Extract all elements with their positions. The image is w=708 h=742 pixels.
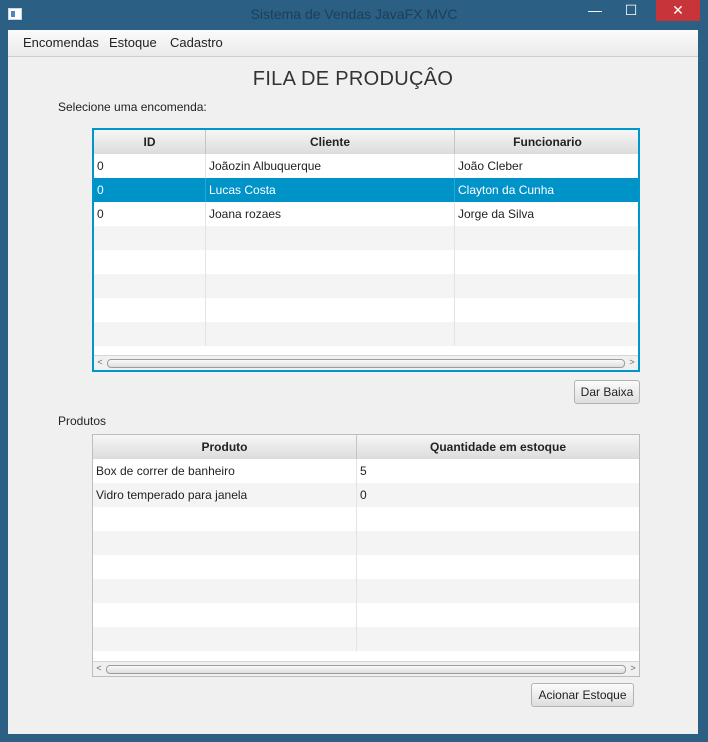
cell-funcionario: Jorge da Silva [458, 207, 535, 221]
menu-estoque[interactable]: Estoque [109, 35, 157, 50]
cell-funcionario: Clayton da Cunha [458, 183, 555, 197]
products-table[interactable]: Produto Quantidade em estoque Box de cor… [92, 434, 640, 677]
page-title: FILA DE PRODUÇÂO [252, 68, 454, 90]
empty-row [93, 555, 639, 579]
cell-produto: Box de correr de banheiro [93, 459, 357, 483]
empty-cell [93, 531, 357, 555]
empty-cell [206, 250, 455, 274]
empty-cell [206, 322, 455, 346]
menu-bar: Encomendas Estoque Cadastro [8, 30, 698, 57]
minimize-button[interactable]: — [580, 0, 610, 21]
scroll-thumb[interactable] [107, 359, 625, 368]
empty-cell [94, 226, 206, 250]
menu-cadastro[interactable]: Cadastro [170, 35, 223, 50]
cell-quantidade: 0 [360, 488, 367, 502]
cell-id: 0 [94, 202, 206, 226]
empty-row [93, 579, 639, 603]
empty-cell [93, 555, 357, 579]
products-label: Produtos [58, 414, 107, 428]
empty-row [93, 507, 639, 531]
column-header-produto[interactable]: Produto [93, 435, 357, 459]
menu-encomendas[interactable]: Encomendas [23, 35, 99, 50]
empty-cell [93, 627, 357, 651]
column-header-id[interactable]: ID [94, 130, 206, 154]
empty-row [93, 531, 639, 555]
scroll-right-icon[interactable]: > [626, 356, 638, 369]
scroll-right-icon[interactable]: > [627, 662, 639, 675]
column-header-quantidade[interactable]: Quantidade em estoque [357, 435, 639, 459]
empty-row [93, 627, 639, 651]
orders-prompt-label: Selecione uma encomenda: [58, 100, 207, 114]
empty-row [94, 322, 638, 346]
orders-horizontal-scrollbar[interactable]: < > [94, 355, 638, 370]
cell-quantidade: 5 [360, 464, 367, 478]
empty-cell [94, 250, 206, 274]
cell-id: 0 [94, 178, 206, 202]
empty-cell [206, 274, 455, 298]
empty-cell [94, 298, 206, 322]
scroll-thumb[interactable] [106, 665, 626, 674]
table-row[interactable]: Vidro temperado para janela 0 [93, 483, 639, 507]
title-bar[interactable]: Sistema de Vendas JavaFX MVC — ☐ ✕ [0, 0, 708, 30]
orders-table[interactable]: ID Cliente Funcionario 0 Joãozin Albuque… [92, 128, 640, 372]
column-header-funcionario[interactable]: Funcionario [455, 130, 638, 154]
table-row-selected[interactable]: 0 Lucas Costa Clayton da Cunha [94, 178, 638, 202]
maximize-button[interactable]: ☐ [616, 0, 646, 21]
empty-row [94, 298, 638, 322]
cell-funcionario: João Cleber [458, 159, 523, 173]
table-row[interactable]: Box de correr de banheiro 5 [93, 459, 639, 483]
empty-cell [93, 579, 357, 603]
empty-cell [206, 226, 455, 250]
cell-cliente: Joana rozaes [206, 202, 455, 226]
empty-row [94, 250, 638, 274]
column-header-cliente[interactable]: Cliente [206, 130, 455, 154]
cell-id: 0 [94, 154, 206, 178]
application-window: Sistema de Vendas JavaFX MVC — ☐ ✕ Encom… [0, 0, 708, 742]
scroll-left-icon[interactable]: < [94, 356, 106, 369]
window-content: Encomendas Estoque Cadastro FILA DE PROD… [8, 30, 698, 734]
empty-row [94, 226, 638, 250]
products-horizontal-scrollbar[interactable]: < > [93, 661, 639, 676]
empty-cell [93, 603, 357, 627]
table-row[interactable]: 0 Joãozin Albuquerque João Cleber [94, 154, 638, 178]
cell-cliente: Lucas Costa [206, 178, 455, 202]
empty-cell [94, 274, 206, 298]
empty-cell [206, 298, 455, 322]
empty-row [94, 274, 638, 298]
cell-produto: Vidro temperado para janela [93, 483, 357, 507]
empty-cell [93, 507, 357, 531]
empty-cell [94, 322, 206, 346]
close-button[interactable]: ✕ [656, 0, 700, 21]
table-row[interactable]: 0 Joana rozaes Jorge da Silva [94, 202, 638, 226]
acionar-estoque-button[interactable]: Acionar Estoque [531, 683, 634, 707]
cell-cliente: Joãozin Albuquerque [206, 154, 455, 178]
scroll-left-icon[interactable]: < [93, 662, 105, 675]
products-table-header: Produto Quantidade em estoque [93, 435, 639, 460]
empty-row [93, 603, 639, 627]
dar-baixa-button[interactable]: Dar Baixa [574, 380, 640, 404]
orders-table-header: ID Cliente Funcionario [94, 130, 638, 155]
